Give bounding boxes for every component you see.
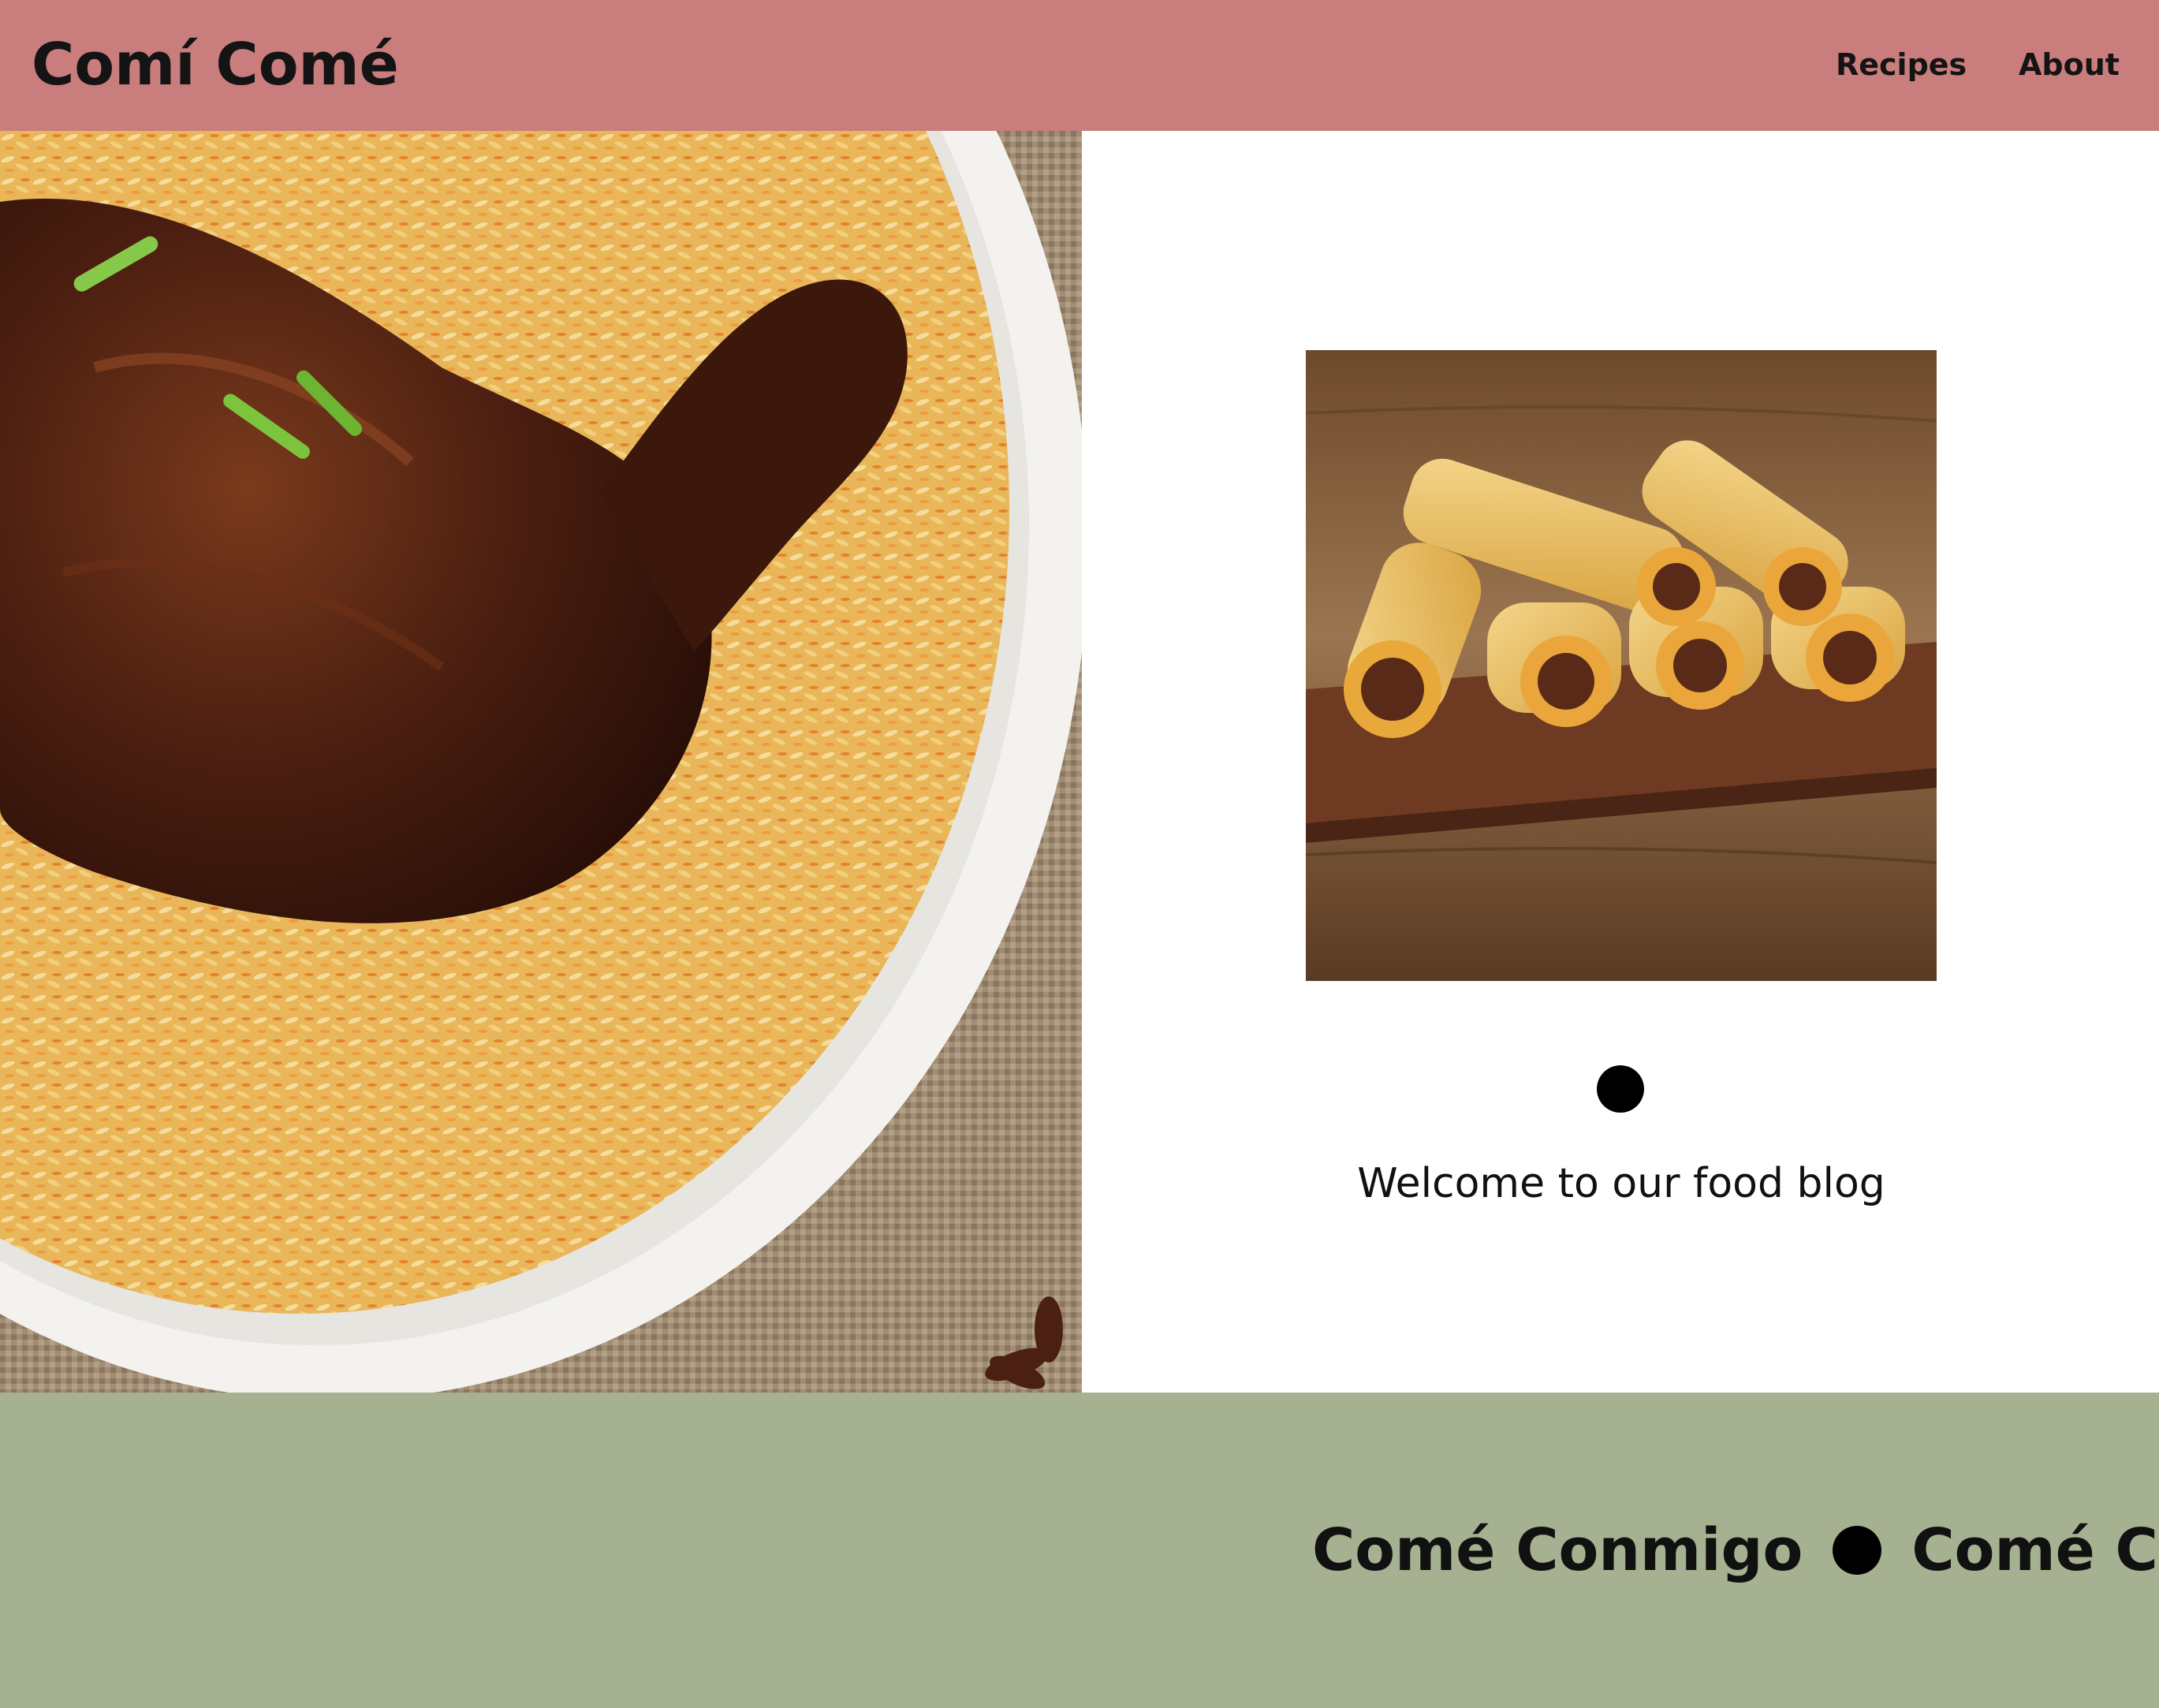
decorative-dot	[1597, 1065, 1644, 1113]
marquee-item: Comé Conmigo	[1312, 1516, 1803, 1584]
tamales-photo	[1306, 350, 1937, 981]
nav-link-recipes[interactable]: Recipes	[1836, 41, 1967, 88]
site-header: Comí Comé Recipes About	[0, 0, 2159, 131]
marquee-item: Comé Conmigo	[1911, 1516, 2159, 1584]
welcome-text: Welcome to our food blog	[1357, 1160, 1885, 1207]
marquee-band: Comé Conmigo Comé Conmigo	[0, 1393, 2159, 1708]
marquee-track: Comé Conmigo Comé Conmigo	[1312, 1511, 2159, 1590]
site-logo[interactable]: Comí Comé	[32, 27, 399, 103]
nav-link-about[interactable]: About	[2019, 41, 2120, 88]
marquee-separator-dot	[1833, 1526, 1882, 1575]
hero-food-photo	[0, 131, 1082, 1393]
